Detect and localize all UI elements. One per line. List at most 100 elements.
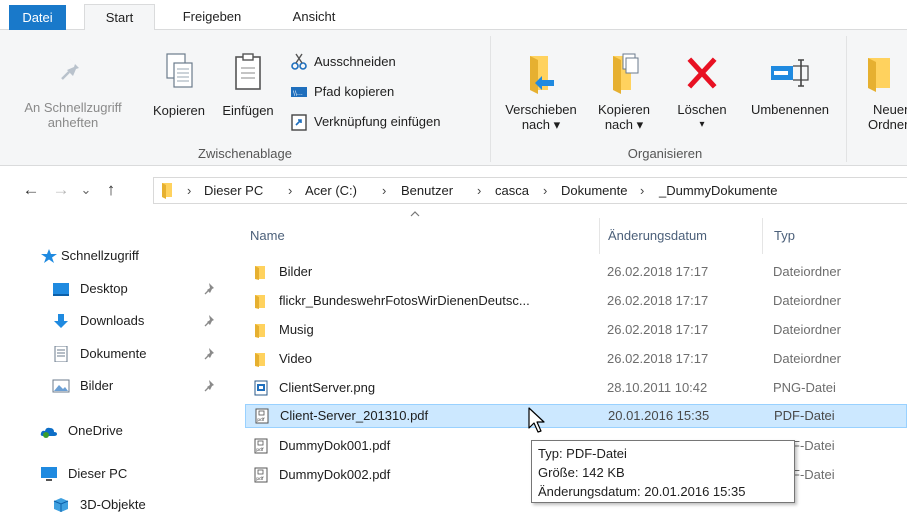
pdf-file-icon: pdf: [255, 408, 269, 424]
pin-icon[interactable]: [204, 314, 216, 328]
nav-pictures[interactable]: Bilder: [0, 375, 220, 397]
file-row[interactable]: ClientServer.png 28.10.2011 10:42 PNG-Da…: [245, 376, 907, 400]
pin-icon[interactable]: [204, 379, 216, 393]
breadcrumb-acer-c[interactable]: Acer (C:): [305, 178, 357, 203]
pin-icon[interactable]: [204, 347, 216, 361]
move-to-button[interactable]: Verschieben nach ▾: [494, 52, 588, 140]
folder-icon: [162, 183, 172, 199]
breadcrumb-dummydokumente[interactable]: _DummyDokumente: [659, 178, 778, 203]
pin-to-quick-access-button[interactable]: An Schnellzugriff anheften: [2, 54, 144, 130]
navigation-bar: ← → ⌄ ↑ › Dieser PC › Acer (C:) › Benutz…: [0, 172, 907, 208]
file-type: Dateiordner: [773, 264, 841, 279]
breadcrumb-separator: ›: [187, 183, 192, 198]
rename-label: Umbenennen: [750, 102, 830, 117]
tooltip-date: Änderungsdatum: 20.01.2016 15:35: [538, 484, 746, 499]
document-icon: [54, 346, 68, 362]
breadcrumb-dokumente[interactable]: Dokumente: [561, 178, 627, 203]
file-row[interactable]: Video 26.02.2018 17:17 Dateiordner: [245, 347, 907, 371]
sort-ascending-icon[interactable]: [410, 210, 420, 218]
png-file-icon: [254, 380, 268, 396]
clipboard-group-label: Zwischenablage: [198, 146, 292, 161]
pictures-icon: [52, 379, 70, 393]
column-divider[interactable]: [762, 218, 763, 254]
folder-icon: [255, 353, 265, 367]
breadcrumb-separator: ›: [477, 183, 482, 198]
file-name: ClientServer.png: [279, 380, 376, 395]
breadcrumb-benutzer[interactable]: Benutzer: [401, 178, 453, 203]
column-header-date[interactable]: Änderungsdatum: [608, 223, 707, 249]
paste-button[interactable]: Einfügen: [214, 52, 282, 122]
delete-dropdown-arrow[interactable]: ▾: [666, 117, 738, 132]
move-to-label-1: Verschieben: [505, 102, 577, 117]
forward-button[interactable]: →: [50, 180, 72, 200]
file-type: Dateiordner: [773, 322, 841, 337]
copy-to-button[interactable]: Kopieren nach ▾: [588, 52, 660, 140]
nav-quick-access-label: Schnellzugriff: [61, 248, 139, 263]
column-header-name[interactable]: Name: [250, 223, 285, 249]
pin-label-1: An Schnellzugriff: [24, 100, 122, 115]
ribbon-tab-bar: Datei Start Freigeben Ansicht: [0, 0, 907, 31]
tab-ansicht[interactable]: Ansicht: [279, 4, 349, 31]
file-name: Bilder: [279, 264, 313, 279]
mouse-cursor-icon: [528, 407, 545, 433]
file-type: F-Datei: [792, 438, 835, 453]
nav-desktop[interactable]: Desktop: [0, 278, 220, 300]
cut-button[interactable]: Ausschneiden: [290, 51, 470, 73]
rename-button[interactable]: Umbenennen: [738, 52, 842, 140]
up-button[interactable]: ↑: [100, 180, 122, 200]
copy-icon: [166, 53, 193, 88]
star-icon: [41, 249, 57, 263]
breadcrumb-separator: ›: [543, 183, 548, 198]
back-button[interactable]: ←: [20, 180, 42, 200]
new-folder-icon: [868, 58, 890, 92]
svg-text:pdf: pdf: [256, 476, 264, 482]
tab-start[interactable]: Start: [84, 4, 155, 31]
column-header-type[interactable]: Typ: [774, 223, 795, 249]
nav-documents[interactable]: Dokumente: [0, 343, 220, 365]
download-arrow-icon: [54, 314, 68, 328]
file-row[interactable]: flickr_BundeswehrFotosWirDienenDeutsc...…: [245, 289, 907, 313]
nav-this-pc[interactable]: Dieser PC: [0, 463, 220, 485]
folder-icon: [255, 266, 265, 280]
file-row[interactable]: pdf Client-Server_201310.pdf 20.01.2016 …: [245, 404, 907, 428]
tab-datei[interactable]: Datei: [9, 5, 66, 30]
file-date: 26.02.2018 17:17: [607, 293, 709, 308]
nav-3d-objects[interactable]: 3D-Objekte: [0, 494, 220, 516]
breadcrumb-this-pc[interactable]: Dieser PC: [204, 178, 263, 203]
nav-downloads[interactable]: Downloads: [0, 310, 220, 332]
delete-button[interactable]: Löschen ▾: [666, 52, 738, 140]
svg-text:pdf: pdf: [257, 417, 265, 423]
breadcrumb-separator: ›: [640, 183, 645, 198]
new-folder-label-2: Ordner: [868, 117, 907, 132]
breadcrumb-casca[interactable]: casca: [495, 178, 529, 203]
file-type: Dateiordner: [773, 293, 841, 308]
nav-quick-access[interactable]: Schnellzugriff: [0, 245, 220, 267]
tooltip-type: Typ: PDF-Datei: [538, 446, 627, 461]
file-name: Video: [279, 351, 313, 366]
delete-label: Löschen: [677, 102, 727, 117]
column-divider[interactable]: [599, 218, 600, 254]
recent-locations-button[interactable]: ⌄: [75, 180, 97, 200]
move-to-icon: [530, 56, 554, 94]
copy-path-button[interactable]: \\... Pfad kopieren: [290, 81, 470, 103]
copy-to-label-2: nach ▾: [604, 117, 644, 132]
move-to-label-2: nach ▾: [521, 117, 561, 132]
nav-onedrive-label: OneDrive: [68, 423, 123, 438]
new-folder-button[interactable]: Neuer Ordner: [850, 52, 907, 140]
file-row[interactable]: Musig 26.02.2018 17:17 Dateiordner: [245, 318, 907, 342]
nav-onedrive[interactable]: OneDrive: [0, 420, 220, 442]
pin-icon[interactable]: [204, 282, 216, 296]
paste-shortcut-button[interactable]: Verknüpfung einfügen: [290, 111, 480, 133]
nav-pictures-label: Bilder: [80, 378, 114, 393]
nav-this-pc-label: Dieser PC: [68, 466, 128, 481]
copy-path-label: Pfad kopieren: [314, 84, 395, 99]
file-type: F-Datei: [792, 467, 835, 482]
address-bar[interactable]: › Dieser PC › Acer (C:) › Benutzer › cas…: [153, 177, 907, 204]
file-name: Client-Server_201310.pdf: [280, 408, 429, 423]
pin-label-2: anheften: [47, 115, 99, 130]
tab-freigeben[interactable]: Freigeben: [172, 4, 252, 31]
file-row[interactable]: Bilder 26.02.2018 17:17 Dateiordner: [245, 260, 907, 284]
rename-icon: [771, 59, 809, 87]
file-name: DummyDok001.pdf: [279, 438, 391, 453]
copy-button[interactable]: Kopieren: [145, 52, 213, 122]
